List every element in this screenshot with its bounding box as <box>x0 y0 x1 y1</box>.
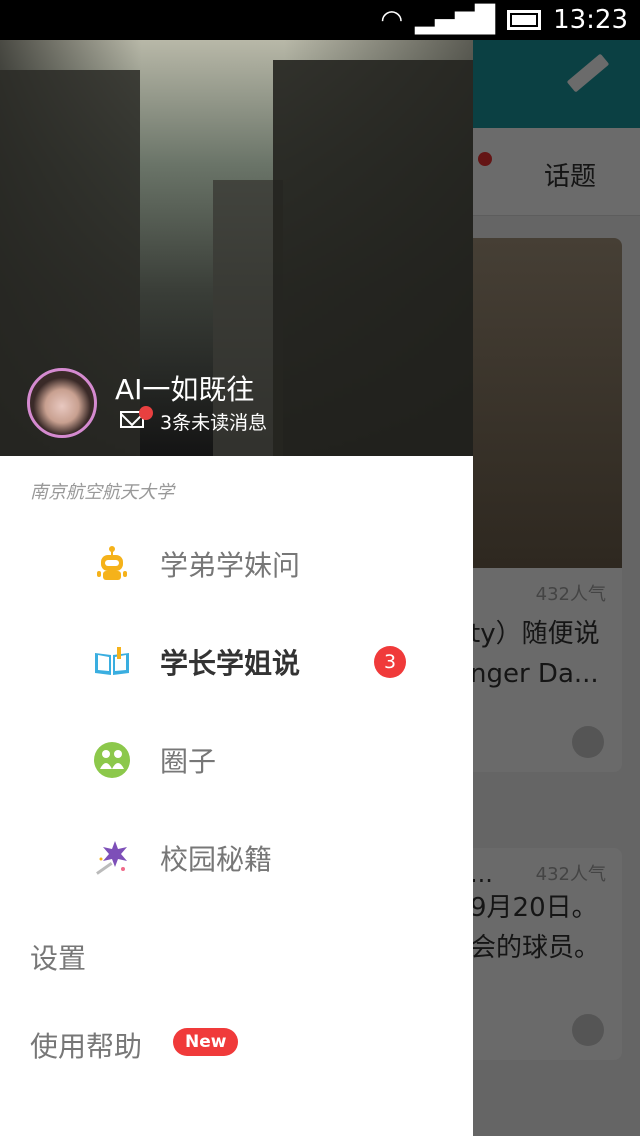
post-text-line: nger Da... <box>470 659 599 689</box>
navigation-drawer: AI一如既往 3条未读消息 南京航空航天大学 学弟学妹问 学长学姐说 3 圈子 … <box>0 40 473 1136</box>
settings-link[interactable]: 设置 <box>30 937 86 977</box>
post-text: 9月20日。 会的球员。 <box>460 888 622 968</box>
robot-icon <box>97 546 127 580</box>
magic-wand-icon <box>96 841 127 875</box>
smile-icon[interactable] <box>572 1014 604 1046</box>
people-circle-icon <box>94 742 130 778</box>
menu-item-label: 学弟学妹问 <box>160 549 301 582</box>
menu-item-ask[interactable]: 学弟学妹问 <box>0 516 473 612</box>
status-bar: ◠ ▂▄▆█ 13:23 <box>0 0 640 40</box>
popularity: 432人气 <box>535 864 606 885</box>
post-text: ty）随便说 nger Da... <box>460 606 622 694</box>
cover-image <box>273 60 473 456</box>
post-text-line: 会的球员。 <box>470 933 601 963</box>
menu-item-share[interactable]: 学长学姐说 3 <box>0 614 473 710</box>
post-text-line: 9月20日。 <box>470 893 598 923</box>
signal-icon: ▂▄▆█ <box>415 5 496 35</box>
post-text-line: ty）随便说 <box>470 619 600 649</box>
post-card[interactable]: 432人气 ty）随便说 nger Da... <box>460 238 622 772</box>
menu-item-tips[interactable]: 校园秘籍 <box>0 810 473 906</box>
menu-item-label: 校园秘籍 <box>160 843 273 876</box>
post-image <box>460 238 622 568</box>
battery-icon <box>507 10 542 30</box>
help-link[interactable]: 使用帮助 <box>30 1025 142 1065</box>
count-badge: 3 <box>374 646 406 678</box>
new-badge: New <box>173 1028 239 1056</box>
unread-messages[interactable]: 3条未读消息 <box>160 408 267 435</box>
profile-header: AI一如既往 3条未读消息 <box>0 40 473 456</box>
book-icon <box>95 647 129 675</box>
post-title: ... <box>470 860 493 888</box>
menu-item-circle[interactable]: 圈子 <box>0 712 473 808</box>
smile-icon[interactable] <box>572 726 604 758</box>
menu-item-label: 圈子 <box>160 745 217 778</box>
clock: 13:23 <box>553 5 628 35</box>
avatar[interactable] <box>27 368 97 438</box>
wifi-icon: ◠ <box>380 5 404 35</box>
post-card[interactable]: ... 432人气 9月20日。 会的球员。 <box>460 848 622 1060</box>
unread-dot <box>139 406 153 420</box>
menu-item-label: 学长学姐说 <box>160 647 301 680</box>
username[interactable]: AI一如既往 <box>115 368 254 408</box>
popularity: 432人气 <box>535 584 606 605</box>
school-name: 南京航空航天大学 <box>30 482 174 503</box>
